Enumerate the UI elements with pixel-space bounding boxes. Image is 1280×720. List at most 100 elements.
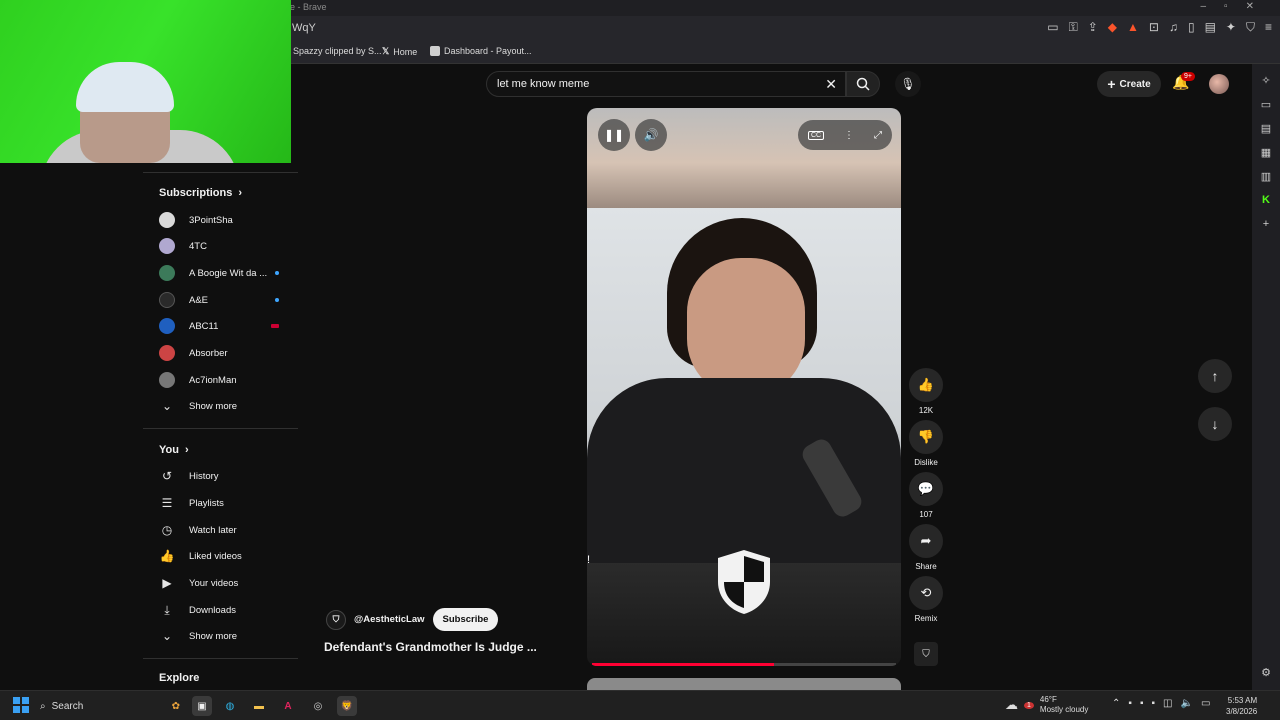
- chevron-up-icon[interactable]: ⌃: [1112, 698, 1120, 709]
- obs-icon[interactable]: ◎: [308, 696, 328, 716]
- watch-later-icon: ◷: [161, 523, 173, 537]
- cast-icon[interactable]: ▭: [1047, 20, 1058, 35]
- history-panel-icon[interactable]: ▥: [1258, 170, 1274, 183]
- sidebar-item-playlists[interactable]: ☰ Playlists: [159, 491, 289, 515]
- liked-videos-icon: 👍: [159, 549, 175, 563]
- sidebar-item-downloads[interactable]: ⤓ Downloads: [159, 598, 289, 622]
- share-arrow-icon: ➦: [909, 524, 943, 558]
- channel-handle[interactable]: @AestheticLaw: [354, 614, 425, 625]
- like-button[interactable]: 👍 12K: [909, 368, 943, 415]
- reading-list-icon[interactable]: ▤: [1258, 122, 1274, 135]
- channel-thumbnail-icon[interactable]: ⛉: [914, 642, 938, 666]
- weather-desc: Mostly cloudy: [1039, 705, 1089, 714]
- file-explorer-icon[interactable]: ▬: [249, 696, 269, 716]
- sidebar-item-your-videos[interactable]: ▶ Your videos: [159, 571, 289, 595]
- subscribe-button[interactable]: Subscribe: [432, 608, 499, 631]
- task-view-icon[interactable]: ▣: [192, 696, 212, 716]
- video-subject-face: [687, 258, 805, 398]
- search-input[interactable]: let me know meme: [497, 78, 589, 90]
- sidebar-toggle-icon[interactable]: ▯: [1188, 20, 1195, 35]
- edge-icon[interactable]: ◍: [220, 696, 240, 716]
- weather-widget[interactable]: ☁ 1 46°F Mostly cloudy: [1005, 695, 1088, 715]
- media-icon[interactable]: ♫: [1169, 20, 1178, 35]
- tray-app-icon[interactable]: ▪: [1128, 698, 1132, 709]
- subscription-item[interactable]: Absorber: [159, 341, 289, 365]
- subscription-item[interactable]: Ac7ionMan: [159, 368, 289, 392]
- subscriptions-heading[interactable]: Subscriptions ›: [159, 187, 242, 199]
- pause-button[interactable]: ❚❚: [598, 119, 630, 151]
- avatar[interactable]: [1209, 74, 1229, 94]
- remix-button[interactable]: ⟲ Remix: [909, 576, 943, 623]
- share-icon[interactable]: ⇪: [1088, 20, 1098, 35]
- bookmark-home[interactable]: 𝕏 Home: [382, 46, 417, 57]
- captions-icon[interactable]: CC: [807, 130, 825, 140]
- next-short-button[interactable]: ↓: [1198, 407, 1232, 441]
- leo-icon[interactable]: ✧: [1258, 74, 1274, 87]
- volume-tray-icon[interactable]: 🔈: [1180, 698, 1192, 709]
- kick-icon[interactable]: K: [1258, 194, 1274, 206]
- subscription-item[interactable]: A Boogie Wit da ...: [159, 261, 289, 285]
- divider: [143, 428, 298, 429]
- arrow-up-icon: ↑: [1211, 368, 1219, 384]
- sidebar-item-liked-videos[interactable]: 👍 Liked videos: [159, 544, 289, 568]
- fullscreen-icon[interactable]: ⤢: [874, 130, 882, 141]
- brave-rewards-icon[interactable]: ▲: [1127, 20, 1139, 35]
- menu-icon[interactable]: ≡: [1265, 20, 1272, 35]
- new-content-dot: [275, 298, 279, 302]
- clear-search-icon[interactable]: ✕: [825, 76, 837, 93]
- volume-icon: 🔊: [643, 128, 659, 142]
- more-options-icon[interactable]: ⋮: [844, 130, 854, 141]
- search-icon: ⌕: [40, 700, 46, 712]
- search-button[interactable]: [846, 71, 880, 97]
- like-count: 12K: [918, 406, 934, 415]
- comments-button[interactable]: 💬 107: [909, 472, 943, 519]
- subscription-item[interactable]: 4TC: [159, 234, 289, 258]
- volume-button[interactable]: 🔊: [635, 119, 667, 151]
- remix-label: Remix: [914, 614, 938, 623]
- channel-avatar[interactable]: ⛉: [326, 609, 346, 630]
- acrobat-icon[interactable]: A: [278, 696, 298, 716]
- pause-icon: ❚❚: [603, 128, 625, 142]
- share-button[interactable]: ➦ Share: [909, 524, 943, 571]
- subscription-item[interactable]: ABC11: [159, 314, 289, 338]
- you-show-more[interactable]: ⌄ Show more: [159, 624, 289, 648]
- shorts-video-player[interactable]: ! ❚❚ 🔊 CC ⋮ ⤢: [587, 108, 901, 666]
- previous-short-button[interactable]: ↑: [1198, 359, 1232, 393]
- tabs-icon[interactable]: ▭: [1258, 98, 1274, 111]
- brave-taskbar-icon[interactable]: 🦁: [337, 696, 357, 716]
- sidebar-item-history[interactable]: ↺ History: [159, 464, 289, 488]
- create-button[interactable]: + Create: [1097, 71, 1161, 97]
- leo-ai-icon[interactable]: ✦: [1226, 20, 1236, 35]
- subscription-item[interactable]: 3PointSha: [159, 208, 289, 232]
- voice-search-button[interactable]: 🎙: [895, 71, 921, 97]
- battery-icon[interactable]: ▭: [1201, 698, 1210, 709]
- network-icon[interactable]: ◫: [1163, 698, 1172, 709]
- vpn-icon[interactable]: ⛉: [1246, 20, 1255, 35]
- window-controls[interactable]: –▫✕: [1201, 1, 1273, 12]
- video-progress-bar[interactable]: [592, 663, 896, 666]
- tray-app-icon[interactable]: ▪: [1151, 698, 1155, 709]
- you-heading[interactable]: You ›: [159, 444, 189, 456]
- windows-start-icon[interactable]: [13, 697, 29, 713]
- add-panel-icon[interactable]: +: [1258, 218, 1274, 230]
- subscription-item[interactable]: A&E: [159, 288, 289, 312]
- brave-shields-icon[interactable]: ◆: [1108, 20, 1117, 35]
- clock-time: 5:53 AM: [1227, 696, 1258, 705]
- bookmark-dashboard[interactable]: Dashboard - Payout...: [430, 46, 532, 56]
- screenshot-icon[interactable]: ⊡: [1149, 20, 1159, 35]
- dislike-button[interactable]: 👎 Dislike: [909, 420, 943, 467]
- subscriptions-show-more[interactable]: ⌄ Show more: [159, 394, 289, 418]
- tray-app-icon[interactable]: ▪: [1140, 698, 1144, 709]
- next-short-preview[interactable]: [587, 678, 901, 690]
- sidebar-item-watch-later[interactable]: ◷ Watch later: [159, 518, 289, 542]
- address-bar-text[interactable]: WqY: [292, 22, 316, 34]
- key-icon[interactable]: ⚿: [1069, 20, 1078, 35]
- clock[interactable]: 5:53 AM 3/8/2026: [1226, 695, 1257, 717]
- taskbar-search[interactable]: ⌕ Search ✿: [40, 696, 180, 716]
- settings-gear-icon[interactable]: ⚙: [1258, 666, 1274, 679]
- wallet-icon[interactable]: ▤: [1205, 20, 1216, 35]
- search-box[interactable]: let me know meme ✕: [486, 71, 846, 97]
- video-title[interactable]: Defendant's Grandmother Is Judge ...: [324, 640, 537, 654]
- bookmark-spazzy[interactable]: Spazzy clipped by S...: [293, 46, 382, 56]
- bookmarks-icon[interactable]: ▦: [1258, 146, 1274, 159]
